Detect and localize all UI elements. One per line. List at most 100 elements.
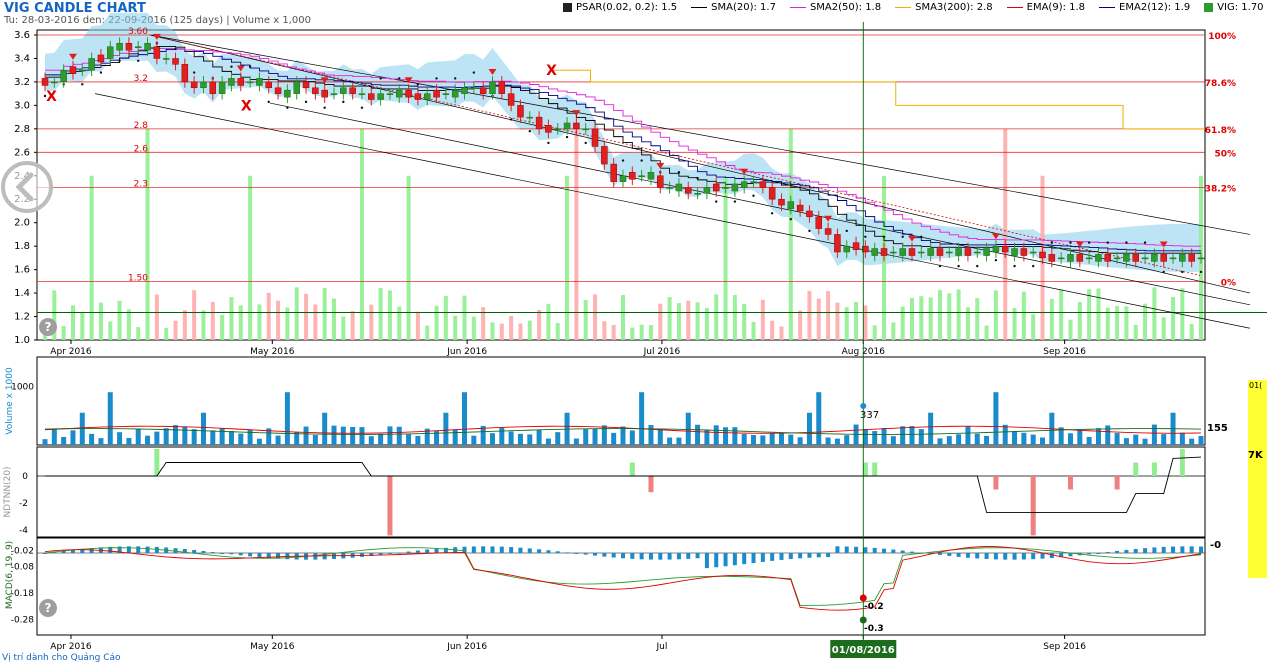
macd-histogram-bar — [937, 553, 942, 555]
bg-volume-bar — [406, 175, 411, 340]
volume-bar — [1189, 438, 1195, 445]
volume-bar — [853, 424, 859, 445]
macd-histogram-bar — [1199, 546, 1203, 553]
candle-body — [1179, 254, 1186, 262]
bg-volume-bar — [220, 315, 225, 340]
trend-line — [149, 34, 1251, 235]
bg-volume-bar — [70, 305, 75, 340]
macd-histogram-bar — [900, 550, 905, 553]
psar-dot — [342, 100, 345, 104]
bg-volume-bar — [509, 315, 514, 340]
candle-body — [712, 183, 720, 192]
candle-body — [423, 93, 431, 100]
macd-histogram-bar — [1124, 549, 1129, 553]
volume-bar — [965, 426, 971, 445]
candle-body — [1113, 257, 1121, 260]
bg-volume-bar — [1031, 314, 1036, 340]
candle-body — [834, 234, 841, 253]
psar-dot — [621, 159, 625, 162]
volume-bar — [284, 392, 290, 445]
candle-body — [927, 248, 934, 256]
bg-volume-bar — [826, 291, 831, 340]
macd-crosshair-label: -0.3 — [864, 624, 884, 634]
fib-left-label: 3.2 — [134, 74, 148, 84]
macd-histogram-bar — [434, 548, 439, 553]
bg-volume-bar — [248, 175, 253, 340]
price-y-tick: 3.2 — [14, 77, 30, 88]
volume-bar — [443, 412, 449, 445]
candle-body — [526, 116, 534, 119]
candle-body — [778, 198, 785, 206]
bg-volume-bar — [201, 310, 206, 340]
candle-body — [619, 175, 627, 182]
psar-dot — [770, 212, 774, 215]
psar-dot — [1013, 264, 1016, 268]
volume-bar — [741, 434, 747, 445]
fib-left-label: 2.8 — [134, 121, 149, 131]
macd-histogram-bar — [844, 546, 849, 553]
candle-body — [843, 245, 850, 253]
price-y-tick: 2.8 — [14, 124, 30, 135]
macd-histogram-bar — [1143, 548, 1148, 553]
candle-body — [685, 187, 692, 194]
psar-dot — [230, 65, 233, 68]
bg-volume-bar — [359, 128, 364, 340]
candle-body — [144, 42, 151, 51]
macd-histogram-bar — [359, 553, 364, 557]
psar-dot — [248, 65, 252, 68]
psar-dot — [1143, 241, 1147, 244]
nav-left-icon[interactable] — [0, 160, 54, 214]
macd-histogram-bar — [1105, 552, 1110, 554]
candle-body — [274, 87, 282, 94]
side-info-mid-label: 7K — [1248, 450, 1263, 461]
candle-body — [694, 193, 701, 195]
psar-dot — [994, 259, 998, 262]
bg-volume-bar — [630, 327, 635, 340]
candle-body — [591, 128, 599, 147]
candle-body — [1095, 254, 1102, 262]
bg-volume-bar — [98, 302, 103, 340]
macd-histogram-bar — [676, 553, 681, 560]
volume-bar — [573, 438, 579, 445]
candle-chart-svg[interactable]: 1.01.21.41.61.82.02.22.42.62.83.03.23.43… — [0, 0, 1267, 665]
volume-bar — [322, 412, 328, 445]
candle-body — [582, 128, 589, 131]
macd-histogram-bar — [639, 553, 644, 560]
macd-histogram-bar — [201, 550, 206, 553]
psar-dot — [416, 83, 420, 86]
volume-bar — [61, 436, 67, 445]
bg-volume-bar — [1124, 306, 1129, 340]
bg-volume-bar — [350, 311, 355, 340]
volume-bar — [1105, 425, 1111, 445]
candle-body — [377, 93, 384, 100]
bg-volume-bar — [89, 175, 94, 340]
macd-histogram-bar — [490, 546, 495, 553]
psar-dot — [584, 141, 587, 145]
psar-dot — [938, 264, 942, 268]
bg-volume-bar — [807, 290, 812, 340]
psar-dot — [174, 47, 177, 51]
volume-bar — [107, 392, 113, 445]
macd-histogram-bar — [378, 553, 383, 555]
bg-volume-bar — [723, 175, 728, 340]
price-y-tick: 3.0 — [14, 100, 30, 111]
candle-body — [190, 81, 198, 89]
candle-body — [405, 89, 412, 98]
candle-body — [787, 201, 795, 209]
volume-bar — [956, 434, 962, 445]
price-x-tick: Jun 2016 — [446, 347, 487, 357]
bg-volume-bar — [937, 290, 942, 340]
macd-histogram-bar — [798, 553, 803, 559]
volume-bar — [1095, 428, 1101, 445]
candle-body — [479, 87, 487, 94]
volume-bar — [368, 436, 374, 445]
macd-histogram-bar — [1087, 553, 1092, 555]
bg-volume-bar — [611, 324, 616, 340]
volume-bar — [713, 425, 719, 445]
candle-body — [507, 93, 515, 106]
volume-bar — [620, 426, 626, 445]
candle-body — [983, 248, 990, 256]
fib-right-label: 100% — [1208, 32, 1236, 42]
volume-bar — [1161, 434, 1167, 445]
volume-bar — [844, 435, 850, 445]
